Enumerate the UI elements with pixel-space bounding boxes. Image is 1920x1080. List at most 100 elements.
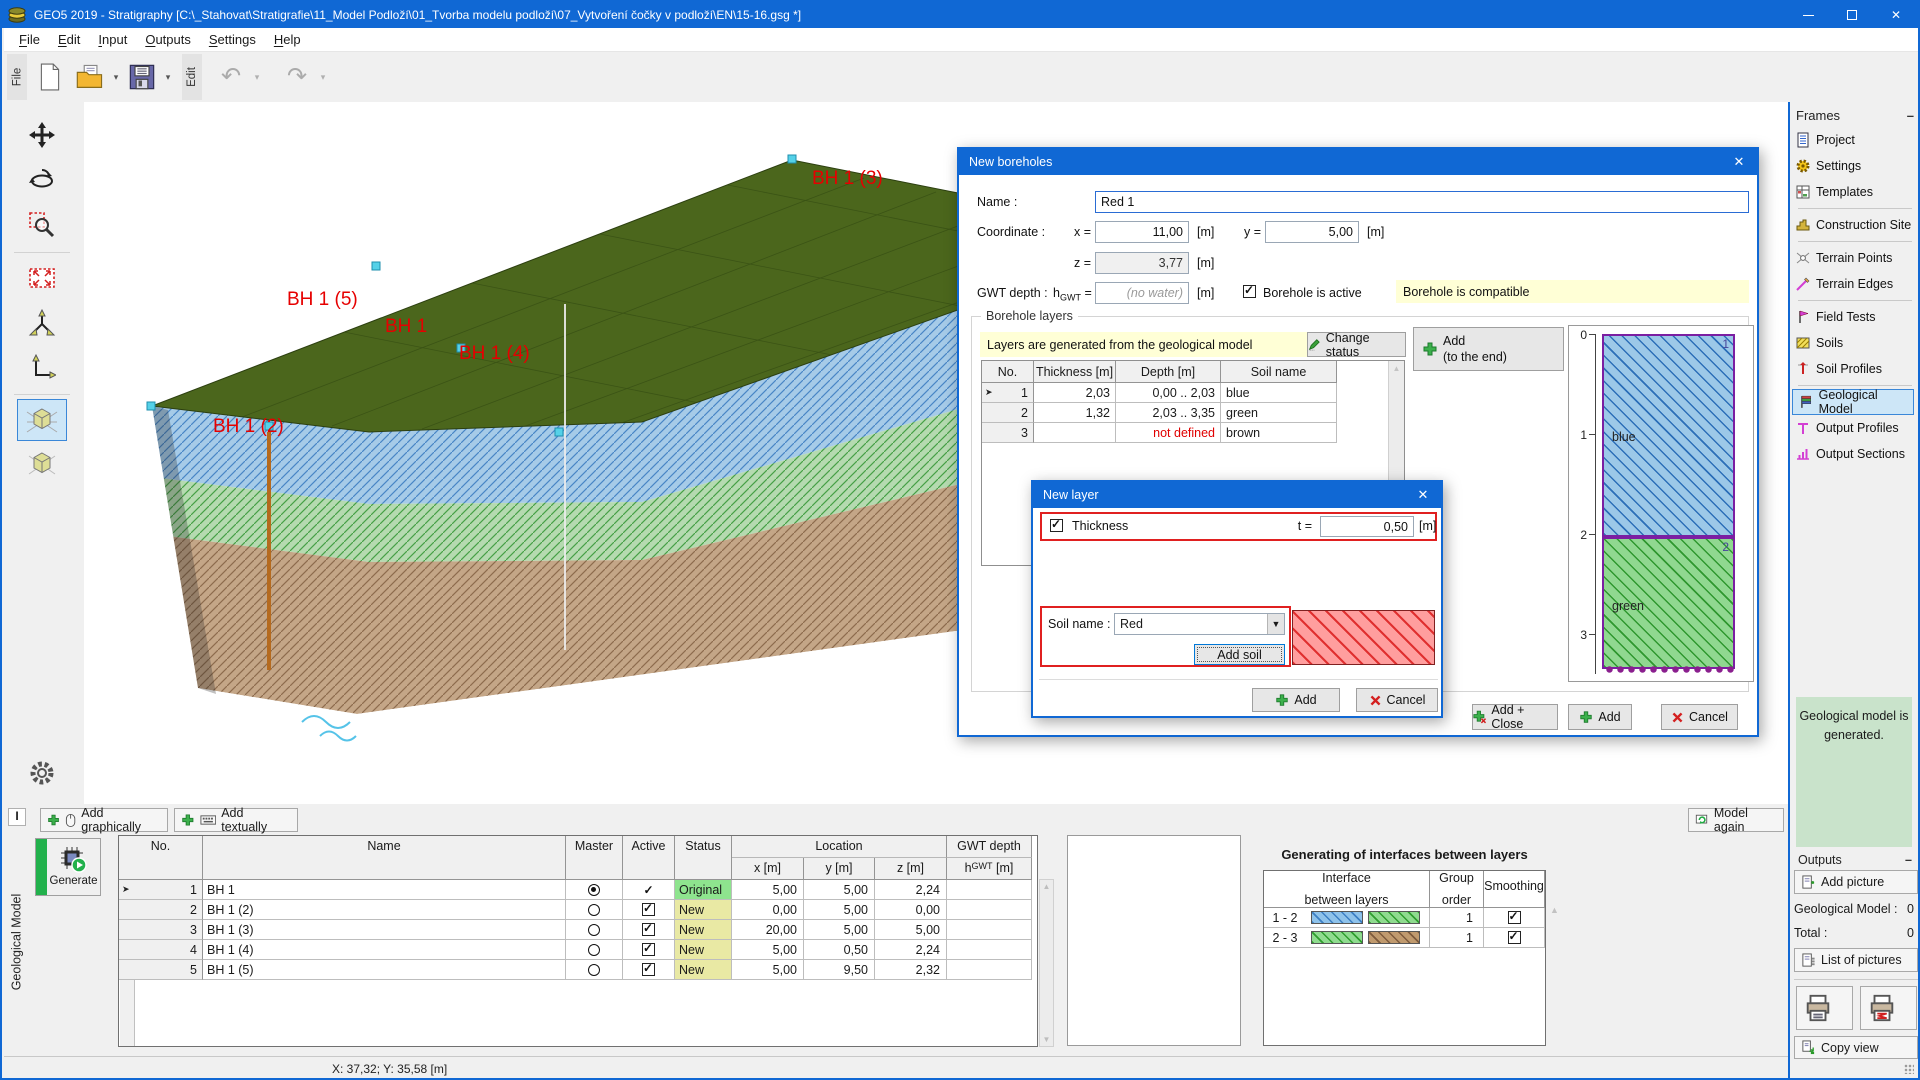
menu-outputs[interactable]: Outputs — [136, 32, 200, 47]
save-dropdown-arrow[interactable]: ▾ — [162, 72, 174, 83]
soil-name-dropdown[interactable]: Red ▼ — [1114, 613, 1285, 635]
outputs-minimize-icon[interactable]: – — [1905, 853, 1912, 867]
frame-item-output-profiles[interactable]: Output Profiles — [1790, 415, 1920, 441]
redo-icon[interactable]: ↷ — [277, 57, 317, 97]
toolbar-file-tab[interactable]: File — [7, 54, 27, 100]
redo-dropdown-arrow[interactable]: ▾ — [317, 72, 329, 83]
add-button[interactable]: Add — [1568, 704, 1632, 730]
gwt-input[interactable] — [1095, 282, 1189, 304]
y-input[interactable] — [1265, 221, 1359, 243]
dropdown-arrow-icon[interactable]: ▼ — [1267, 614, 1284, 634]
zoom-extents-button[interactable] — [17, 257, 67, 299]
undo-dropdown-arrow[interactable]: ▾ — [251, 72, 263, 83]
add-button[interactable]: Add — [1252, 688, 1340, 712]
table-row[interactable]: 2 - 3 1 — [1264, 928, 1545, 948]
model-again-button[interactable]: Model again — [1688, 808, 1784, 832]
table-row[interactable]: 1 - 2 1 — [1264, 908, 1545, 928]
master-radio[interactable] — [588, 924, 600, 936]
new-file-button[interactable] — [30, 57, 70, 97]
print-preview-button[interactable] — [1796, 986, 1853, 1030]
frame-item-settings[interactable]: Settings — [1790, 153, 1920, 179]
print-document-button[interactable] — [1860, 986, 1917, 1030]
table-row[interactable]: 3 BH 1 (3) New 20,00 5,00 5,00 — [119, 920, 1037, 940]
add-picture-button[interactable]: Add picture — [1794, 870, 1918, 894]
geological-model-side-tab[interactable]: Geological Model — [2, 832, 30, 1052]
dialog-close-icon[interactable]: ✕ — [1405, 482, 1441, 508]
table-row[interactable]: 3 not defined brown — [982, 423, 1404, 443]
add-textually-button[interactable]: Add textually — [174, 808, 298, 832]
interfaces-scroll-up-icon[interactable]: ▲ — [1550, 905, 1559, 915]
active-checkbox[interactable] — [642, 943, 655, 956]
thickness-input[interactable] — [1320, 516, 1414, 537]
master-radio[interactable] — [588, 964, 600, 976]
copy-view-button[interactable]: Copy view — [1794, 1036, 1918, 1059]
save-button[interactable] — [122, 57, 162, 97]
frame-item-terrain-points[interactable]: Terrain Points — [1790, 245, 1920, 271]
scroll-up-icon[interactable]: ▲ — [1043, 882, 1051, 891]
close-button[interactable]: ✕ — [1874, 2, 1918, 28]
borehole-active-checkbox[interactable] — [1243, 285, 1256, 298]
zoom-tool-button[interactable] — [17, 204, 67, 246]
change-status-button[interactable]: Change status — [1307, 332, 1406, 357]
add-soil-button[interactable]: Add soil — [1194, 644, 1285, 665]
cancel-button[interactable]: Cancel — [1661, 704, 1738, 730]
perspective-view-button[interactable] — [17, 399, 67, 441]
frame-item-templates[interactable]: Templates — [1790, 179, 1920, 205]
undo-icon[interactable]: ↶ — [211, 57, 251, 97]
table-row[interactable]: 4 BH 1 (4) New 5,00 0,50 2,24 — [119, 940, 1037, 960]
active-checkbox[interactable] — [642, 963, 655, 976]
frame-item-geological-model[interactable]: Geological Model — [1792, 389, 1914, 415]
menu-edit[interactable]: Edit — [49, 32, 89, 47]
scroll-up-icon[interactable]: ▲ — [1393, 364, 1401, 373]
minimize-button[interactable] — [1786, 2, 1830, 28]
menu-input[interactable]: Input — [89, 32, 136, 47]
frame-item-output-sections[interactable]: Output Sections — [1790, 441, 1920, 467]
active-checkbox[interactable] — [642, 903, 655, 916]
menu-settings[interactable]: Settings — [200, 32, 265, 47]
frame-item-soil-profiles[interactable]: Soil Profiles — [1790, 356, 1920, 382]
master-radio[interactable] — [588, 944, 600, 956]
cancel-button[interactable]: Cancel — [1356, 688, 1438, 712]
frame-item-soils[interactable]: Soils — [1790, 330, 1920, 356]
scroll-down-icon[interactable]: ▼ — [1043, 1035, 1051, 1044]
master-radio[interactable] — [588, 904, 600, 916]
frame-item-construction-site[interactable]: Construction Site — [1790, 212, 1920, 238]
open-file-button[interactable] — [70, 57, 110, 97]
dialog-close-icon[interactable]: ✕ — [1721, 149, 1757, 175]
rotate-tool-button[interactable] — [17, 159, 67, 201]
axes-3d-button[interactable] — [17, 302, 67, 344]
table-row[interactable]: 5 BH 1 (5) New 5,00 9,50 2,32 — [119, 960, 1037, 980]
axonometry-view-button[interactable] — [17, 444, 67, 486]
thickness-checkbox[interactable] — [1050, 519, 1063, 532]
menu-help[interactable]: Help — [265, 32, 310, 47]
frame-item-terrain-edges[interactable]: Terrain Edges — [1790, 271, 1920, 297]
open-dropdown-arrow[interactable]: ▾ — [110, 72, 122, 83]
frame-item-field-tests[interactable]: Field Tests — [1790, 304, 1920, 330]
add-close-button[interactable]: Add + Close — [1472, 704, 1558, 730]
resize-grip[interactable] — [1904, 1064, 1914, 1074]
add-to-end-button[interactable]: Add(to the end) — [1413, 327, 1564, 371]
table-row[interactable]: ➤1 BH 1 ✓ Original 5,00 5,00 2,24 — [119, 880, 1037, 900]
list-of-pictures-button[interactable]: List of pictures — [1794, 948, 1918, 972]
axes-2d-button[interactable] — [17, 347, 67, 389]
smoothing-checkbox[interactable] — [1508, 931, 1521, 944]
active-checkbox[interactable] — [642, 923, 655, 936]
add-graphically-button[interactable]: Add graphically — [40, 808, 168, 832]
menu-file[interactable]: File — [10, 32, 49, 47]
smoothing-checkbox[interactable] — [1508, 911, 1521, 924]
table-row[interactable]: ➤1 2,03 0,00 .. 2,03 blue — [982, 383, 1404, 403]
toolbar-edit-tab[interactable]: Edit — [182, 54, 202, 100]
pan-tool-button[interactable] — [17, 114, 67, 156]
table-row[interactable]: 2 BH 1 (2) New 0,00 5,00 0,00 — [119, 900, 1037, 920]
frame-item-project[interactable]: Project — [1790, 127, 1920, 153]
table-row[interactable]: 2 1,32 2,03 .. 3,35 green — [982, 403, 1404, 423]
name-input[interactable] — [1095, 191, 1749, 213]
layer-blue[interactable]: 1 blue — [1602, 334, 1735, 537]
frames-minimize-icon[interactable]: – — [1907, 108, 1914, 123]
generate-button[interactable]: Generate — [35, 838, 101, 896]
x-input[interactable] — [1095, 221, 1189, 243]
table-vertical-scrollbar[interactable]: ▲ ▼ — [1039, 879, 1054, 1047]
maximize-button[interactable] — [1830, 2, 1874, 28]
layer-green[interactable]: 2 green — [1602, 537, 1735, 669]
settings-gear-button[interactable] — [17, 752, 67, 794]
